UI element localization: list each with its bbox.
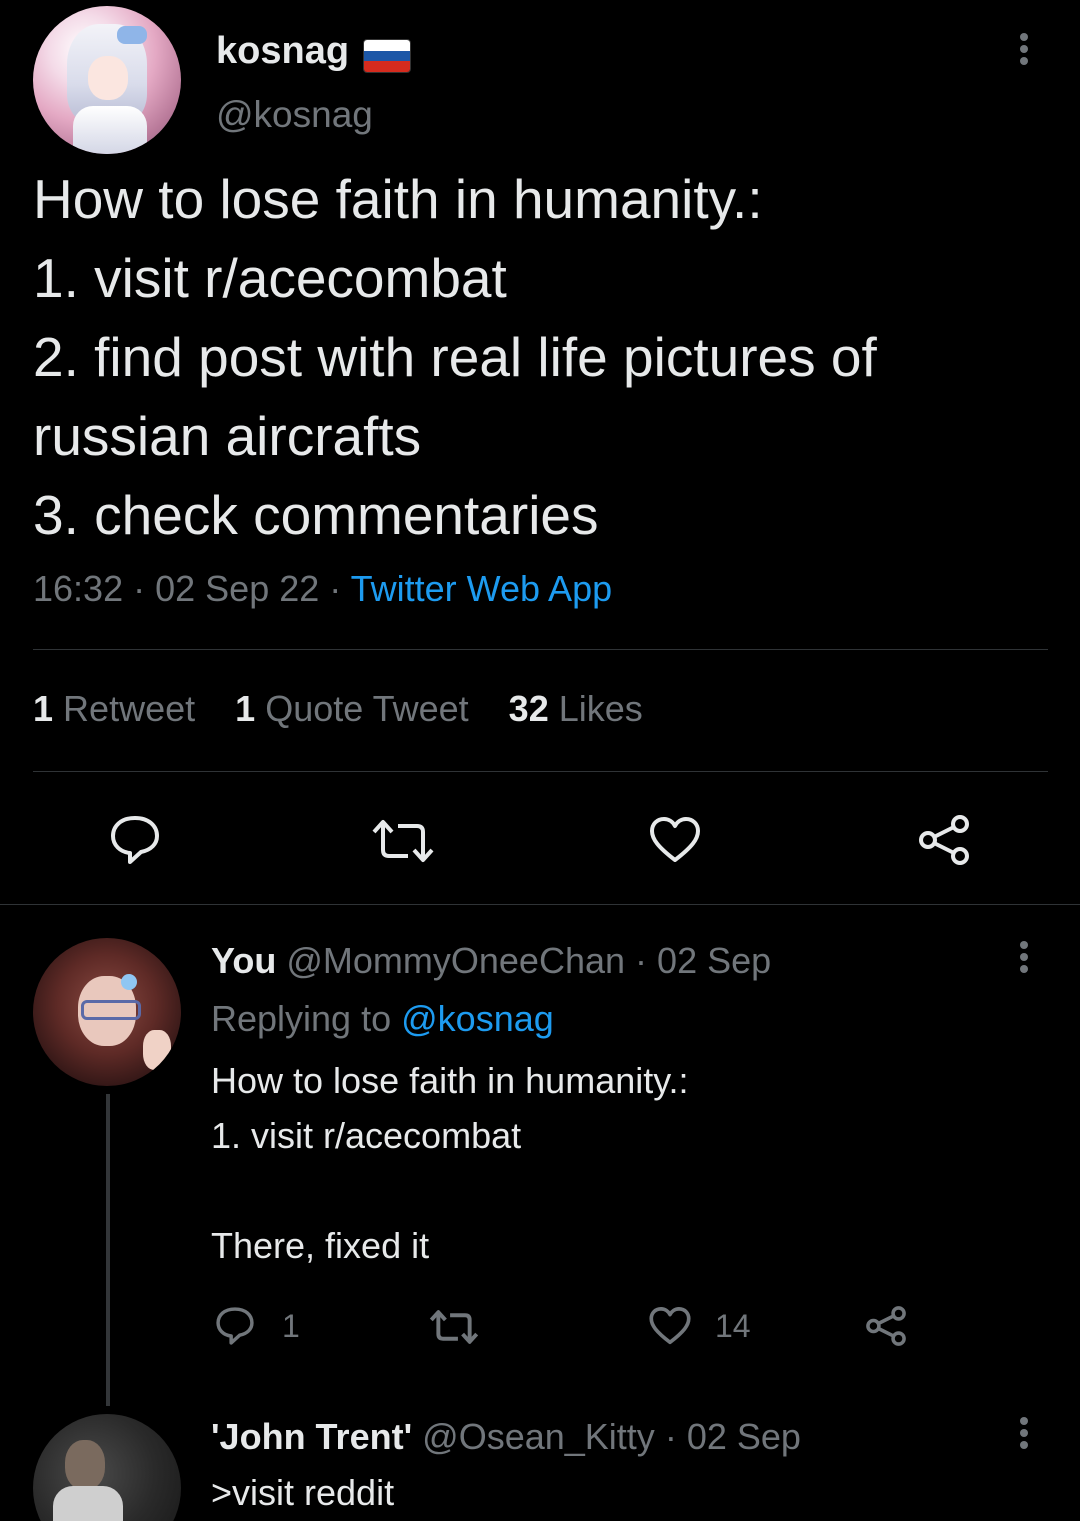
avatar-shirt: [53, 1486, 123, 1521]
separator: ·: [329, 568, 342, 609]
retweet-icon[interactable]: [428, 1309, 480, 1345]
reply-line: 1. visit r/acecombat: [211, 1115, 522, 1156]
reply-display-name[interactable]: You: [211, 940, 276, 981]
retweets-count: 1: [33, 688, 54, 729]
tweet-source-link[interactable]: Twitter Web App: [351, 568, 612, 609]
retweets-stat[interactable]: 1 Retweet: [33, 688, 195, 729]
reply-header: 'John Trent' @Osean_Kitty · 02 Sep: [211, 1416, 801, 1458]
separator: ·: [133, 568, 146, 609]
like-icon[interactable]: [648, 816, 702, 864]
reply-line: How to lose faith in humanity.:: [211, 1060, 689, 1101]
quotes-label: Quote Tweet: [265, 688, 469, 729]
divider: [33, 649, 1048, 650]
avatar[interactable]: [33, 1414, 181, 1521]
tweet-date[interactable]: 02 Sep 22: [155, 568, 319, 609]
tweet-text: How to lose faith in humanity.: 1. visit…: [33, 160, 1048, 555]
reply-display-name[interactable]: 'John Trent': [211, 1416, 412, 1457]
thread-connector: [106, 1094, 110, 1406]
separator: ·: [664, 1416, 677, 1457]
avatar-hand: [143, 1030, 171, 1070]
avatar-face: [65, 1440, 105, 1490]
reply-icon[interactable]: [108, 814, 162, 866]
reply-date[interactable]: 02 Sep: [687, 1416, 801, 1457]
more-options-icon[interactable]: [1018, 30, 1030, 70]
avatar-flower: [121, 974, 137, 990]
reply-icon[interactable]: [214, 1306, 256, 1346]
reply-handle[interactable]: @Osean_Kitty: [422, 1416, 655, 1457]
reply-line: There, fixed it: [211, 1225, 430, 1266]
likes-stat[interactable]: 32 Likes: [509, 688, 643, 729]
divider: [0, 904, 1080, 905]
avatar-bow: [117, 26, 147, 44]
avatar-body: [73, 106, 147, 154]
avatar[interactable]: [33, 6, 181, 154]
tweet-line: 1. visit r/acecombat: [33, 247, 507, 309]
divider: [33, 771, 1048, 772]
quotes-count: 1: [235, 688, 256, 729]
reply-handle[interactable]: @MommyOneeChan: [286, 940, 625, 981]
share-icon[interactable]: [916, 814, 972, 866]
replying-mention[interactable]: @kosnag: [401, 998, 554, 1039]
tweet-line: russian aircrafts: [33, 405, 422, 467]
more-options-icon[interactable]: [1018, 938, 1030, 978]
tweet-time[interactable]: 16:32: [33, 568, 123, 609]
tweet-stats: 1 Retweet 1 Quote Tweet 32 Likes: [33, 688, 643, 730]
likes-count: 32: [508, 688, 549, 729]
reply-header: You @MommyOneeChan · 02 Sep: [211, 940, 771, 982]
main-tweet-header: kosnag @kosnag: [33, 6, 1053, 156]
tweet-thread-page: kosnag @kosnag How to lose faith in huma…: [0, 0, 1080, 1521]
avatar-face: [88, 56, 128, 100]
author-handle[interactable]: @kosnag: [216, 94, 373, 136]
tweet-line: 2. find post with real life pictures of: [33, 326, 877, 388]
avatar-glasses: [81, 1000, 141, 1020]
likes-label: Likes: [558, 688, 643, 729]
replying-to: Replying to @kosnag: [211, 998, 554, 1040]
like-count: 14: [715, 1308, 751, 1344]
avatar[interactable]: [33, 938, 181, 1086]
tweet-meta: 16:32 · 02 Sep 22 · Twitter Web App: [33, 568, 612, 610]
more-options-icon[interactable]: [1018, 1414, 1030, 1454]
share-icon[interactable]: [864, 1305, 908, 1347]
russia-flag-icon: [363, 39, 411, 73]
quotes-stat[interactable]: 1 Quote Tweet: [235, 688, 469, 729]
reply-count: 1: [282, 1308, 300, 1344]
reply-line: >visit reddit: [211, 1472, 395, 1513]
retweets-label: Retweet: [63, 688, 196, 729]
tweet-line: How to lose faith in humanity.:: [33, 168, 763, 230]
like-icon[interactable]: [648, 1306, 692, 1346]
reply-date[interactable]: 02 Sep: [657, 940, 771, 981]
tweet-line: 3. check commentaries: [33, 484, 599, 546]
author-display-name[interactable]: kosnag: [216, 30, 349, 73]
separator: ·: [635, 940, 648, 981]
retweet-icon[interactable]: [370, 818, 436, 864]
replying-prefix: Replying to: [211, 998, 392, 1039]
